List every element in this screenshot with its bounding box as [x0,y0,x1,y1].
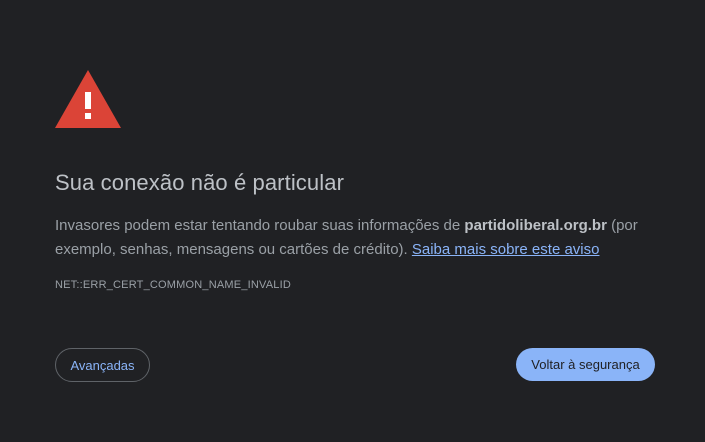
error-code: NET::ERR_CERT_COMMON_NAME_INVALID [55,279,292,291]
interstitial-page: Sua conexão não é particular Invasores p… [0,0,705,442]
host-name: partidoliberal.org.br [464,217,607,234]
message-text-before: Invasores podem estar tentando roubar su… [55,217,465,234]
back-to-safety-button[interactable]: Voltar à segurança [516,348,655,381]
learn-more-link[interactable]: Saiba mais sobre este aviso [412,241,600,258]
warning-message: Invasores podem estar tentando roubar su… [55,214,655,262]
warning-triangle-icon [55,70,121,128]
advanced-button[interactable]: Avançadas [55,348,150,382]
page-title: Sua conexão não é particular [55,170,344,195]
